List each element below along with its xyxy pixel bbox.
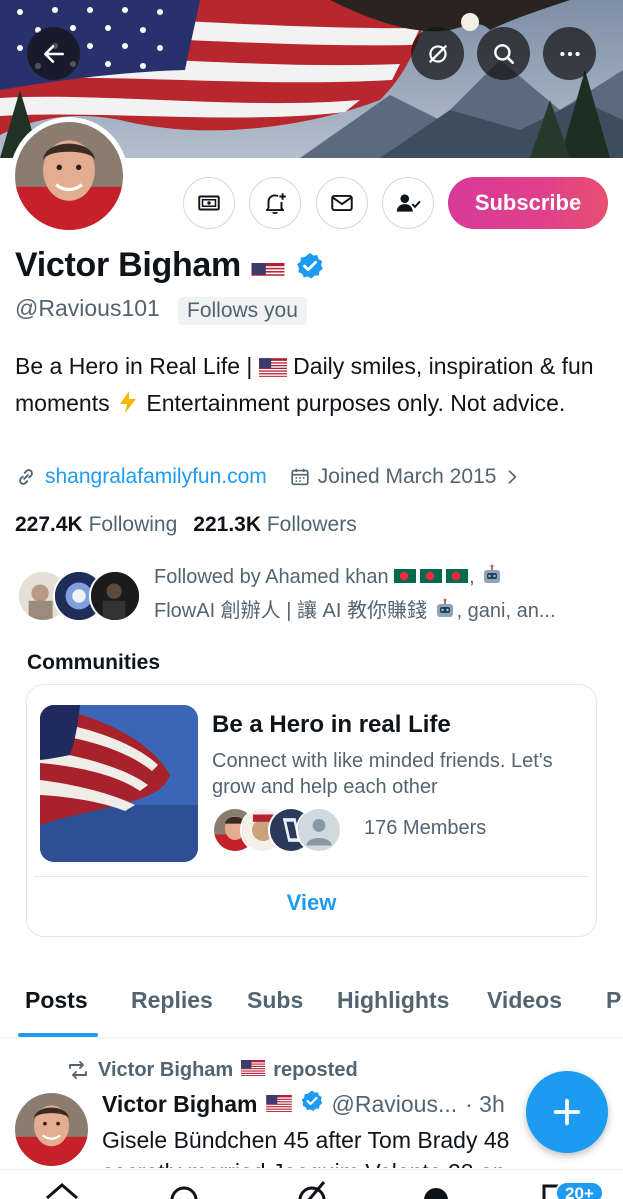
community-description: Connect with like minded friends. Let's …: [212, 750, 553, 798]
community-members[interactable]: 176 Members: [212, 807, 572, 853]
envelope-icon: [331, 194, 353, 212]
compose-button[interactable]: [526, 1071, 608, 1153]
follows-you-badge: Follows you: [178, 297, 307, 325]
community-card[interactable]: Be a Hero in real Life Connect with like…: [26, 684, 597, 937]
community-name[interactable]: Be a Hero in real Life: [212, 711, 451, 739]
tab-more[interactable]: P: [606, 987, 621, 1014]
profile-bio: Be a Hero in Real Life | Daily smiles, i…: [15, 349, 610, 423]
following-count: 227.4K: [15, 513, 83, 536]
followers-label: Followers: [266, 513, 357, 536]
link-icon: [19, 469, 33, 485]
profile-name: Victor Bigham: [15, 246, 325, 285]
chevron-right-icon[interactable]: [502, 467, 522, 487]
us-flag-icon: [241, 1059, 266, 1082]
us-flag-icon: [265, 1091, 292, 1118]
joined-date: Joined March 2015: [317, 465, 497, 488]
followed-by-line2b: , gani, an...: [456, 600, 556, 622]
bottom-navigation: [0, 1169, 623, 1199]
followed-by-line2a: FlowAI 創辦人 | 讓 AI 教你賺錢: [154, 600, 427, 622]
tab-subs[interactable]: Subs: [247, 987, 303, 1014]
avatar: [296, 807, 342, 853]
verified-badge-icon[interactable]: [300, 1089, 324, 1119]
post-text[interactable]: Gisele Bündchen 45 after Tom Brady 48 se…: [102, 1124, 542, 1168]
following-stat[interactable]: 227.4K Following: [15, 513, 177, 536]
robot-icon: [433, 598, 457, 622]
community-member-count: 176 Members: [364, 817, 487, 839]
grok-button[interactable]: [411, 27, 464, 80]
subscribe-button[interactable]: Subscribe: [448, 177, 608, 229]
tip-button[interactable]: [183, 177, 235, 229]
repost-by-name: Victor Bigham: [98, 1058, 234, 1081]
post-time: · 3h: [465, 1090, 505, 1117]
post-author-name[interactable]: Victor Bigham: [102, 1091, 258, 1118]
bangladesh-flags: [394, 566, 469, 588]
back-button[interactable]: [27, 27, 80, 80]
calendar-icon: [291, 468, 309, 486]
tab-posts[interactable]: Posts: [25, 987, 88, 1014]
arrow-left-icon: [43, 44, 64, 63]
following-label: Following: [88, 513, 178, 536]
plus-icon: [553, 1098, 581, 1126]
post-author-avatar[interactable]: [15, 1093, 88, 1166]
search-icon: [493, 43, 514, 64]
avatar-image: [15, 122, 123, 230]
follow-stats: 227.4K Following 221.3K Followers: [15, 513, 357, 537]
following-button[interactable]: [382, 177, 434, 229]
bio-text-1: Be a Hero in Real Life |: [15, 353, 259, 379]
grok-icon: [428, 44, 447, 63]
search-icon[interactable]: [166, 1180, 202, 1199]
active-tab-indicator: [18, 1033, 98, 1037]
profile-meta: shangralafamilyfun.com Joined March 2015: [15, 465, 522, 489]
bio-text-3: Entertainment purposes only. Not advice.: [146, 390, 566, 416]
followed-by-line1: Followed by Ahamed khan: [154, 566, 389, 588]
grok-icon[interactable]: [294, 1180, 330, 1199]
person-check-icon: [396, 194, 421, 212]
robot-icon: [480, 564, 504, 588]
notifications-icon[interactable]: [418, 1180, 454, 1199]
message-button[interactable]: [316, 177, 368, 229]
search-button[interactable]: [477, 27, 530, 80]
repost-icon: [69, 1061, 87, 1079]
notification-badge: 20+: [555, 1181, 604, 1199]
us-flag-icon: [258, 352, 287, 386]
avatar: [89, 570, 141, 622]
community-view-button[interactable]: View: [27, 890, 596, 916]
followers-stat[interactable]: 221.3K Followers: [193, 513, 356, 536]
communities-heading: Communities: [27, 651, 161, 674]
divider: [34, 876, 589, 877]
community-image: [40, 705, 198, 862]
tab-replies[interactable]: Replies: [131, 987, 213, 1014]
followers-count: 221.3K: [193, 513, 261, 536]
money-icon: [198, 195, 220, 211]
profile-handle: @Ravious101: [15, 295, 160, 321]
repost-indicator[interactable]: Victor Bigham reposted: [66, 1058, 358, 1082]
repost-label: reposted: [273, 1058, 358, 1081]
profile-tabs: Posts Replies Subs Highlights Videos P: [0, 984, 623, 1038]
more-options-button[interactable]: [543, 27, 596, 80]
notifications-button[interactable]: [249, 177, 301, 229]
lightning-icon: [116, 389, 140, 423]
verified-badge-icon[interactable]: [295, 251, 325, 281]
profile-avatar[interactable]: [10, 117, 128, 235]
followed-by-avatars[interactable]: [17, 570, 142, 624]
tab-highlights[interactable]: Highlights: [337, 987, 449, 1014]
website-link[interactable]: shangralafamilyfun.com: [45, 465, 267, 489]
profile-name-text: Victor Bigham: [15, 246, 241, 284]
us-flag-icon: [251, 255, 285, 277]
home-icon[interactable]: [44, 1180, 80, 1199]
bell-plus-icon: [265, 193, 286, 214]
tab-videos[interactable]: Videos: [487, 987, 562, 1014]
more-icon: [559, 51, 580, 56]
post-header: Victor Bigham @Ravious... · 3h: [102, 1089, 505, 1119]
followed-by-text[interactable]: Followed by Ahamed khan , FlowAI 創辦人 | 讓…: [154, 560, 594, 628]
post-author-handle[interactable]: @Ravious...: [332, 1091, 458, 1118]
